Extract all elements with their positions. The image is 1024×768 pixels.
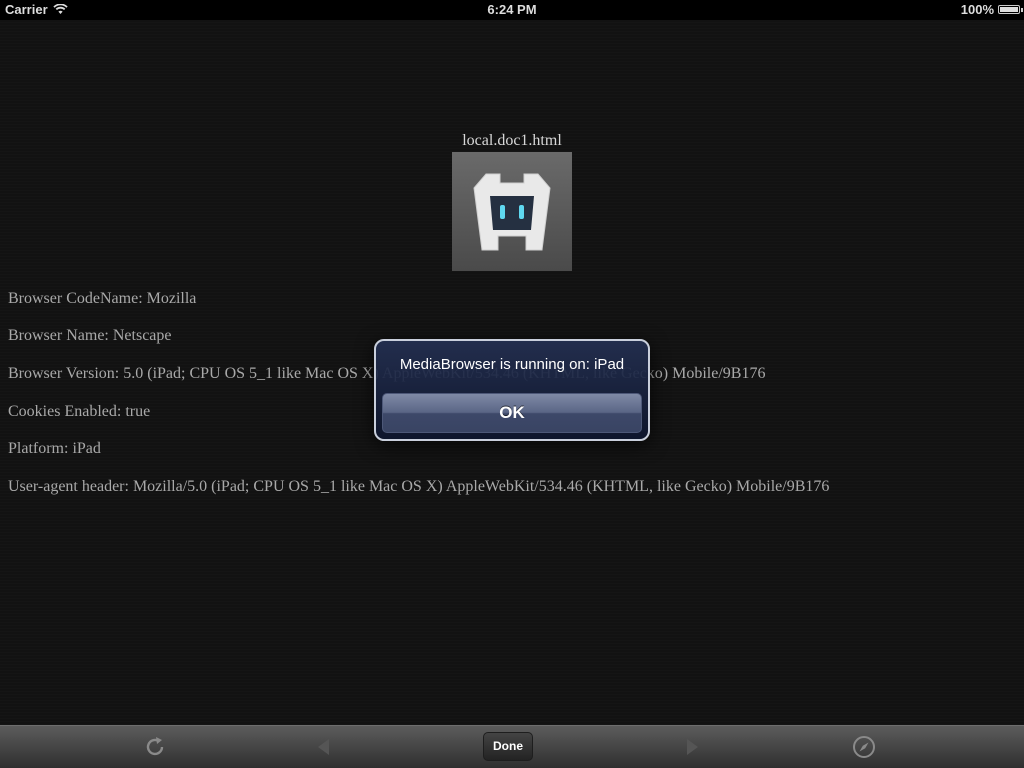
- ok-button[interactable]: OK: [382, 393, 642, 433]
- info-codename: Browser CodeName: Mozilla: [8, 290, 197, 307]
- status-bar: Carrier 6:24 PM 100%: [0, 0, 1024, 20]
- battery-fill: [1000, 7, 1018, 12]
- doc-title: local.doc1.html: [462, 132, 562, 149]
- info-name: Browser Name: Netscape: [8, 327, 172, 344]
- done-button[interactable]: Done: [483, 732, 533, 761]
- cordova-robot-icon: [452, 152, 572, 271]
- compass-icon[interactable]: [852, 735, 876, 759]
- status-right: 100%: [960, 2, 1023, 17]
- info-platform: Platform: iPad: [8, 440, 101, 457]
- back-arrow-icon[interactable]: [312, 735, 336, 759]
- info-user-agent: User-agent header: Mozilla/5.0 (iPad; CP…: [8, 478, 830, 495]
- battery-percent: 100%: [960, 2, 994, 17]
- alert-message: MediaBrowser is running on: iPad: [399, 356, 625, 373]
- alert-dialog: MediaBrowser is running on: iPad OK: [374, 339, 650, 441]
- reload-icon[interactable]: [143, 735, 167, 759]
- battery-icon: [998, 5, 1023, 14]
- forward-arrow-icon[interactable]: [680, 735, 704, 759]
- info-cookies: Cookies Enabled: true: [8, 403, 151, 420]
- bottom-toolbar: Done: [0, 725, 1024, 768]
- status-time: 6:24 PM: [487, 2, 537, 17]
